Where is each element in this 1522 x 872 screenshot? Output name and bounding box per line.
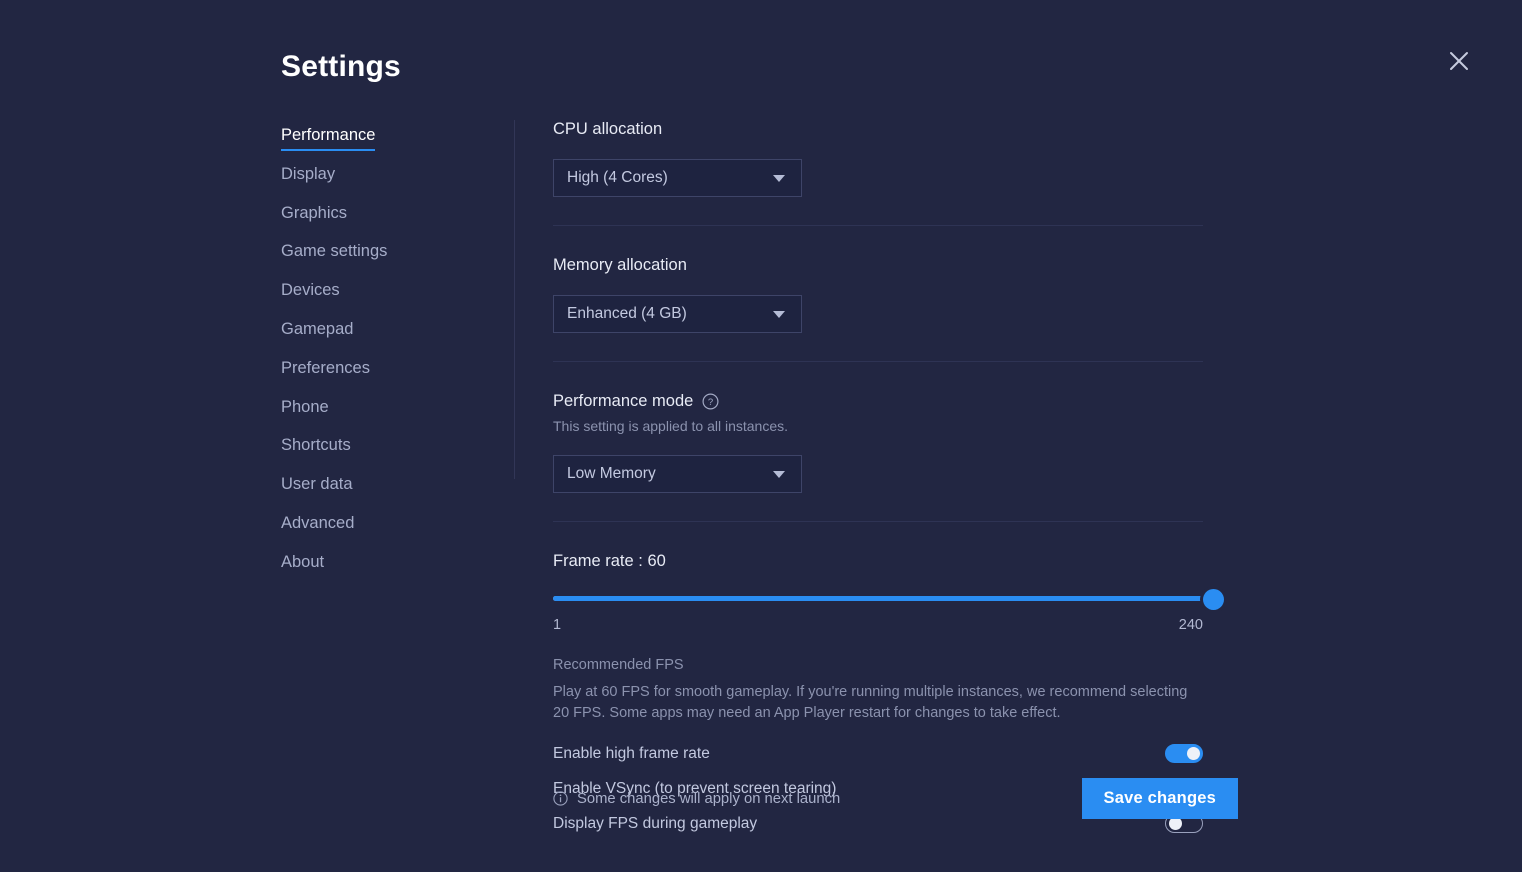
help-circle-icon[interactable]: ?	[702, 393, 719, 410]
sidebar-divider	[514, 120, 515, 479]
cpu-allocation-select[interactable]: High (4 Cores)	[553, 159, 802, 197]
sidebar-item-advanced[interactable]: Advanced	[281, 512, 491, 551]
dialog-footer: Some changes will apply on next launch S…	[553, 778, 1238, 819]
performance-mode-label: Performance mode	[553, 390, 693, 412]
cpu-allocation-label: CPU allocation	[553, 118, 1203, 140]
sidebar-item-label: Gamepad	[281, 318, 353, 343]
toggle-switch[interactable]	[1165, 744, 1203, 763]
cpu-allocation-section: CPU allocation High (4 Cores)	[553, 118, 1203, 197]
performance-mode-select[interactable]: Low Memory	[553, 455, 802, 493]
memory-allocation-value: Enhanced (4 GB)	[567, 305, 773, 323]
frame-rate-slider[interactable]	[553, 589, 1203, 609]
sidebar-item-performance[interactable]: Performance	[281, 124, 491, 163]
sidebar-item-label: Graphics	[281, 202, 347, 227]
cpu-allocation-value: High (4 Cores)	[567, 169, 773, 187]
slider-max-label: 240	[1179, 617, 1203, 633]
sidebar-item-label: Shortcuts	[281, 434, 351, 459]
sidebar-item-label: Performance	[281, 124, 375, 151]
recommended-fps-title: Recommended FPS	[553, 656, 1203, 675]
footer-note-text: Some changes will apply on next launch	[577, 791, 840, 807]
sidebar-item-label: Display	[281, 163, 335, 188]
sidebar-item-devices[interactable]: Devices	[281, 279, 491, 318]
slider-fill	[553, 596, 1213, 601]
sidebar-item-user-data[interactable]: User data	[281, 473, 491, 512]
performance-mode-subtitle: This setting is applied to all instances…	[553, 417, 1203, 436]
save-changes-button[interactable]: Save changes	[1082, 778, 1238, 819]
performance-mode-value: Low Memory	[567, 465, 773, 483]
sidebar-item-about[interactable]: About	[281, 551, 491, 590]
sidebar-item-graphics[interactable]: Graphics	[281, 202, 491, 241]
sidebar-item-label: Advanced	[281, 512, 354, 537]
memory-allocation-label: Memory allocation	[553, 254, 1203, 276]
sidebar-item-label: Game settings	[281, 240, 387, 265]
performance-mode-section: Performance mode ? This setting is appli…	[553, 362, 1203, 493]
toggle-knob	[1187, 747, 1200, 760]
memory-allocation-select[interactable]: Enhanced (4 GB)	[553, 295, 802, 333]
sidebar-item-preferences[interactable]: Preferences	[281, 357, 491, 396]
chevron-down-icon	[773, 175, 785, 182]
sidebar-item-label: Devices	[281, 279, 340, 304]
recommended-fps-body: Play at 60 FPS for smooth gameplay. If y…	[553, 682, 1193, 723]
svg-text:?: ?	[708, 397, 713, 408]
sidebar-item-gamepad[interactable]: Gamepad	[281, 318, 491, 357]
memory-allocation-section: Memory allocation Enhanced (4 GB)	[553, 226, 1203, 333]
frame-rate-label: Frame rate : 60	[553, 550, 1203, 572]
info-circle-icon	[553, 791, 568, 806]
slider-range-labels: 1 240	[553, 617, 1203, 633]
close-icon[interactable]	[1445, 47, 1473, 75]
sidebar-item-shortcuts[interactable]: Shortcuts	[281, 434, 491, 473]
sidebar-item-label: Phone	[281, 396, 329, 421]
settings-sidebar: Performance Display Graphics Game settings D…	[281, 124, 491, 590]
chevron-down-icon	[773, 471, 785, 478]
sidebar-item-label: Preferences	[281, 357, 370, 382]
page-title: Settings	[281, 50, 401, 84]
slider-thumb[interactable]	[1203, 589, 1224, 610]
chevron-down-icon	[773, 311, 785, 318]
toggle-row: Enable high frame rate	[553, 736, 1203, 771]
sidebar-item-display[interactable]: Display	[281, 163, 491, 202]
toggle-label: Enable high frame rate	[553, 745, 710, 763]
performance-mode-title-row: Performance mode ?	[553, 390, 1203, 412]
sidebar-item-label: User data	[281, 473, 353, 498]
sidebar-item-label: About	[281, 551, 324, 576]
footer-note: Some changes will apply on next launch	[553, 791, 840, 807]
settings-content-panel: CPU allocation High (4 Cores) Memory all…	[553, 118, 1203, 841]
toggle-knob	[1169, 817, 1182, 830]
sidebar-item-game-settings[interactable]: Game settings	[281, 240, 491, 279]
sidebar-item-phone[interactable]: Phone	[281, 396, 491, 435]
slider-min-label: 1	[553, 617, 561, 633]
settings-dialog: Settings Performance Display Graphics Game …	[0, 0, 1522, 872]
